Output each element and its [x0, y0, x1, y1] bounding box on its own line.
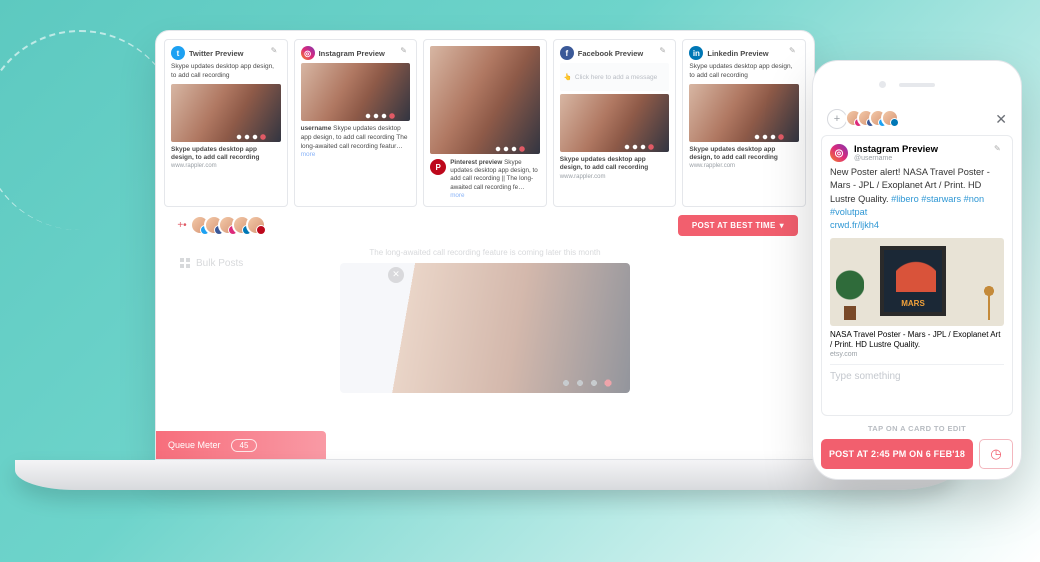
linkedin-preview-card[interactable]: ✎ in Linkedin Preview Skype updates desk… — [682, 39, 806, 207]
twitter-preview-card[interactable]: ✎ t Twitter Preview Skype updates deskto… — [164, 39, 288, 207]
editor-backdrop: Bulk Posts The long-awaited call recordi… — [156, 244, 814, 424]
facebook-icon: f — [560, 46, 574, 60]
card-title: Twitter Preview — [189, 49, 243, 58]
clock-icon: ◷ — [990, 446, 1001, 462]
card-title: Facebook Preview — [578, 49, 643, 58]
edit-icon[interactable]: ✎ — [659, 46, 669, 56]
card-description: Skype updates desktop app design, to add… — [171, 63, 281, 81]
card-thumbnail — [689, 84, 799, 142]
image-caption: NASA Travel Poster - Mars - JPL / Exopla… — [830, 330, 1004, 351]
card-caption: Skype updates desktop app design, to add… — [560, 156, 670, 173]
compose-input[interactable]: Type something — [830, 364, 1004, 382]
post-at-best-time-button[interactable]: POST AT BEST TIME ▾ — [678, 215, 798, 236]
chevron-down-icon: ▾ — [780, 221, 784, 230]
tap-hint: TAP ON A CARD TO EDIT — [821, 416, 1013, 439]
edit-icon[interactable]: ✎ — [400, 46, 410, 56]
phone-instagram-card[interactable]: ✎ ◎ Instagram Preview @username New Post… — [821, 135, 1013, 416]
more-link[interactable]: more — [301, 151, 316, 158]
action-bar: +• POST AT BEST TIME ▾ — [156, 207, 814, 244]
account-avatars: +• — [172, 215, 266, 235]
middle-preview-card[interactable]: ✎ P Pinterest preview Skype updates desk… — [423, 39, 547, 207]
image-poster — [880, 246, 946, 316]
more-link[interactable]: more — [450, 192, 464, 199]
short-link[interactable]: crwd.fr/ljkh4 — [830, 219, 1004, 232]
linkedin-icon: in — [689, 46, 703, 60]
post-image — [830, 238, 1004, 326]
card-title: Linkedin Preview — [707, 49, 768, 58]
card-title: Instagram Preview — [319, 49, 385, 58]
pinterest-caption: Pinterest preview Skype updates desktop … — [450, 159, 540, 200]
edit-icon[interactable]: ✎ — [994, 144, 1004, 154]
queue-meter-bar[interactable]: Queue Meter 45 — [156, 431, 326, 459]
pinterest-title: Pinterest preview — [450, 159, 502, 166]
instagram-preview-card[interactable]: ✎ ◎ Instagram Preview username Skype upd… — [294, 39, 418, 207]
image-url: etsy.com — [830, 351, 1004, 358]
add-message-hint[interactable]: 👆 Click here to add a message — [560, 63, 670, 91]
instagram-icon: ◎ — [301, 46, 315, 60]
grid-icon — [180, 258, 190, 268]
schedule-icon-button[interactable]: ◷ — [979, 439, 1013, 469]
add-account-icon[interactable]: +• — [172, 215, 192, 235]
pointer-icon: 👆 — [564, 73, 572, 81]
ig-username: username — [301, 125, 332, 132]
laptop-screen: ✎ t Twitter Preview Skype updates deskto… — [155, 30, 815, 460]
avatar[interactable] — [881, 109, 899, 127]
card-thumbnail — [430, 46, 540, 154]
bulk-posts-nav[interactable]: Bulk Posts — [180, 258, 243, 269]
post-body: New Poster alert! NASA Travel Poster - M… — [830, 166, 1004, 233]
card-caption: Skype updates desktop app design, to add… — [689, 146, 799, 163]
edit-icon[interactable]: ✎ — [271, 46, 281, 56]
add-account-icon[interactable]: + — [827, 109, 847, 129]
image-plant — [836, 270, 864, 320]
editor-thumbnail — [340, 263, 630, 393]
card-url: www.rappler.com — [560, 174, 670, 180]
card-thumbnail — [171, 84, 281, 142]
instagram-icon: ◎ — [830, 144, 848, 162]
card-caption: username Skype updates desktop app desig… — [301, 125, 411, 160]
card-thumbnail — [560, 94, 670, 152]
twitter-icon: t — [171, 46, 185, 60]
post-at-time-button[interactable]: POST AT 2:45 PM ON 6 FEB'18 — [821, 439, 973, 469]
edit-icon[interactable]: ✎ — [789, 46, 799, 56]
preview-cards-row: ✎ t Twitter Preview Skype updates deskto… — [156, 31, 814, 207]
decorative-curve — [0, 30, 180, 230]
card-description: Skype updates desktop app design, to add… — [689, 63, 799, 81]
close-icon[interactable]: ✕ — [995, 111, 1007, 128]
card-url: www.rappler.com — [689, 163, 799, 169]
bulk-posts-label: Bulk Posts — [196, 258, 243, 269]
card-thumbnail — [301, 63, 411, 121]
card-caption: Skype updates desktop app design, to add… — [171, 146, 281, 163]
user-handle: @username — [854, 155, 938, 162]
card-title: Instagram Preview — [854, 144, 938, 155]
facebook-preview-card[interactable]: ✎ f Facebook Preview 👆 Click here to add… — [553, 39, 677, 207]
avatar[interactable] — [246, 215, 266, 235]
editor-text: The long-awaited call recording feature … — [172, 248, 798, 257]
image-lamp — [984, 286, 994, 320]
pinterest-icon: P — [430, 159, 446, 175]
card-url: www.rappler.com — [171, 163, 281, 169]
queue-meter-label: Queue Meter — [168, 440, 221, 450]
phone-account-avatars: + — [827, 109, 899, 129]
queue-meter-count: 45 — [231, 439, 258, 452]
phone-mockup: + ✕ ✎ ◎ Instagram Preview @username New … — [812, 60, 1022, 480]
